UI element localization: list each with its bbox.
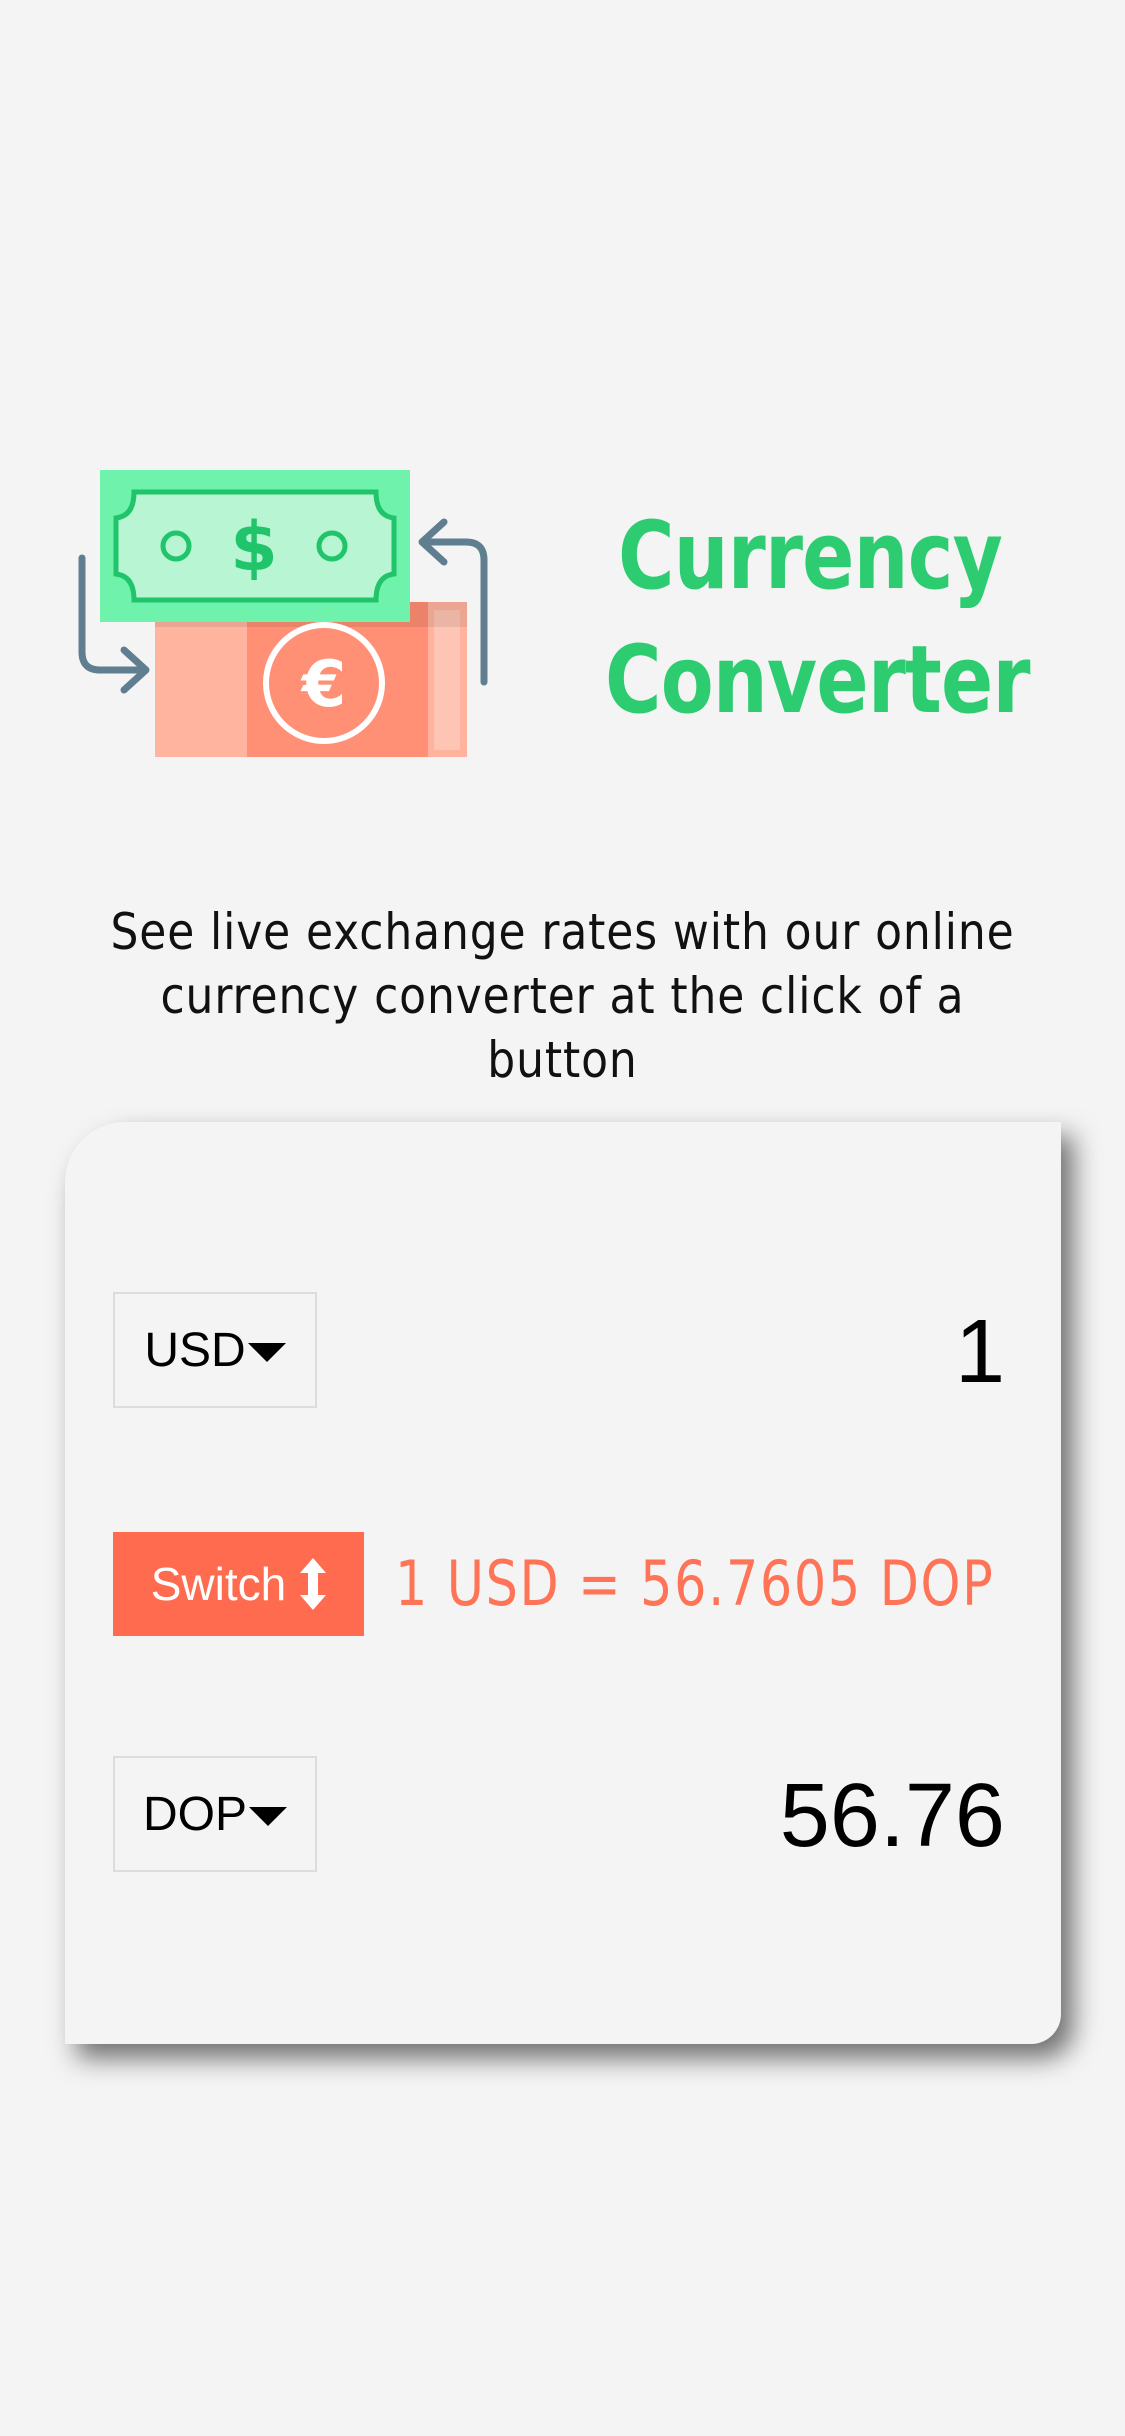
from-amount-input[interactable]: 1 (955, 1302, 1005, 1402)
subtitle-line-2: currency converter at the click of a but… (160, 967, 965, 1089)
svg-text:$: $ (230, 508, 277, 587)
swap-vertical-icon (300, 1558, 327, 1610)
caret-down-icon (249, 1806, 287, 1826)
currency-exchange-icon: € $ (72, 470, 502, 770)
app-title: Currency Converter (605, 495, 1031, 743)
converter-card: USD 1 Switch 1 USD = 56.7605 DOP DOP 56.… (65, 1122, 1061, 2044)
switch-button[interactable]: Switch (113, 1532, 364, 1636)
exchange-rate-text: 1 USD = 56.7605 DOP (395, 1547, 995, 1620)
from-currency-select[interactable]: USD (113, 1292, 317, 1408)
title-line-1: Currency (617, 502, 1003, 611)
caret-down-icon (247, 1342, 286, 1362)
to-amount-output: 56.76 (779, 1766, 1005, 1866)
subtitle-line-1: See live exchange rates with our online (110, 903, 1015, 961)
page: € $ Currency Converter See live exchange… (0, 0, 1125, 2436)
title-line-2: Converter (605, 626, 1031, 735)
switch-button-label: Switch (150, 1558, 287, 1610)
subtitle: See live exchange rates with our online … (103, 900, 1023, 1092)
from-currency-label: USD (144, 1323, 246, 1377)
to-currency-select[interactable]: DOP (113, 1756, 317, 1872)
to-currency-label: DOP (142, 1787, 247, 1841)
svg-text:€: € (300, 648, 347, 722)
